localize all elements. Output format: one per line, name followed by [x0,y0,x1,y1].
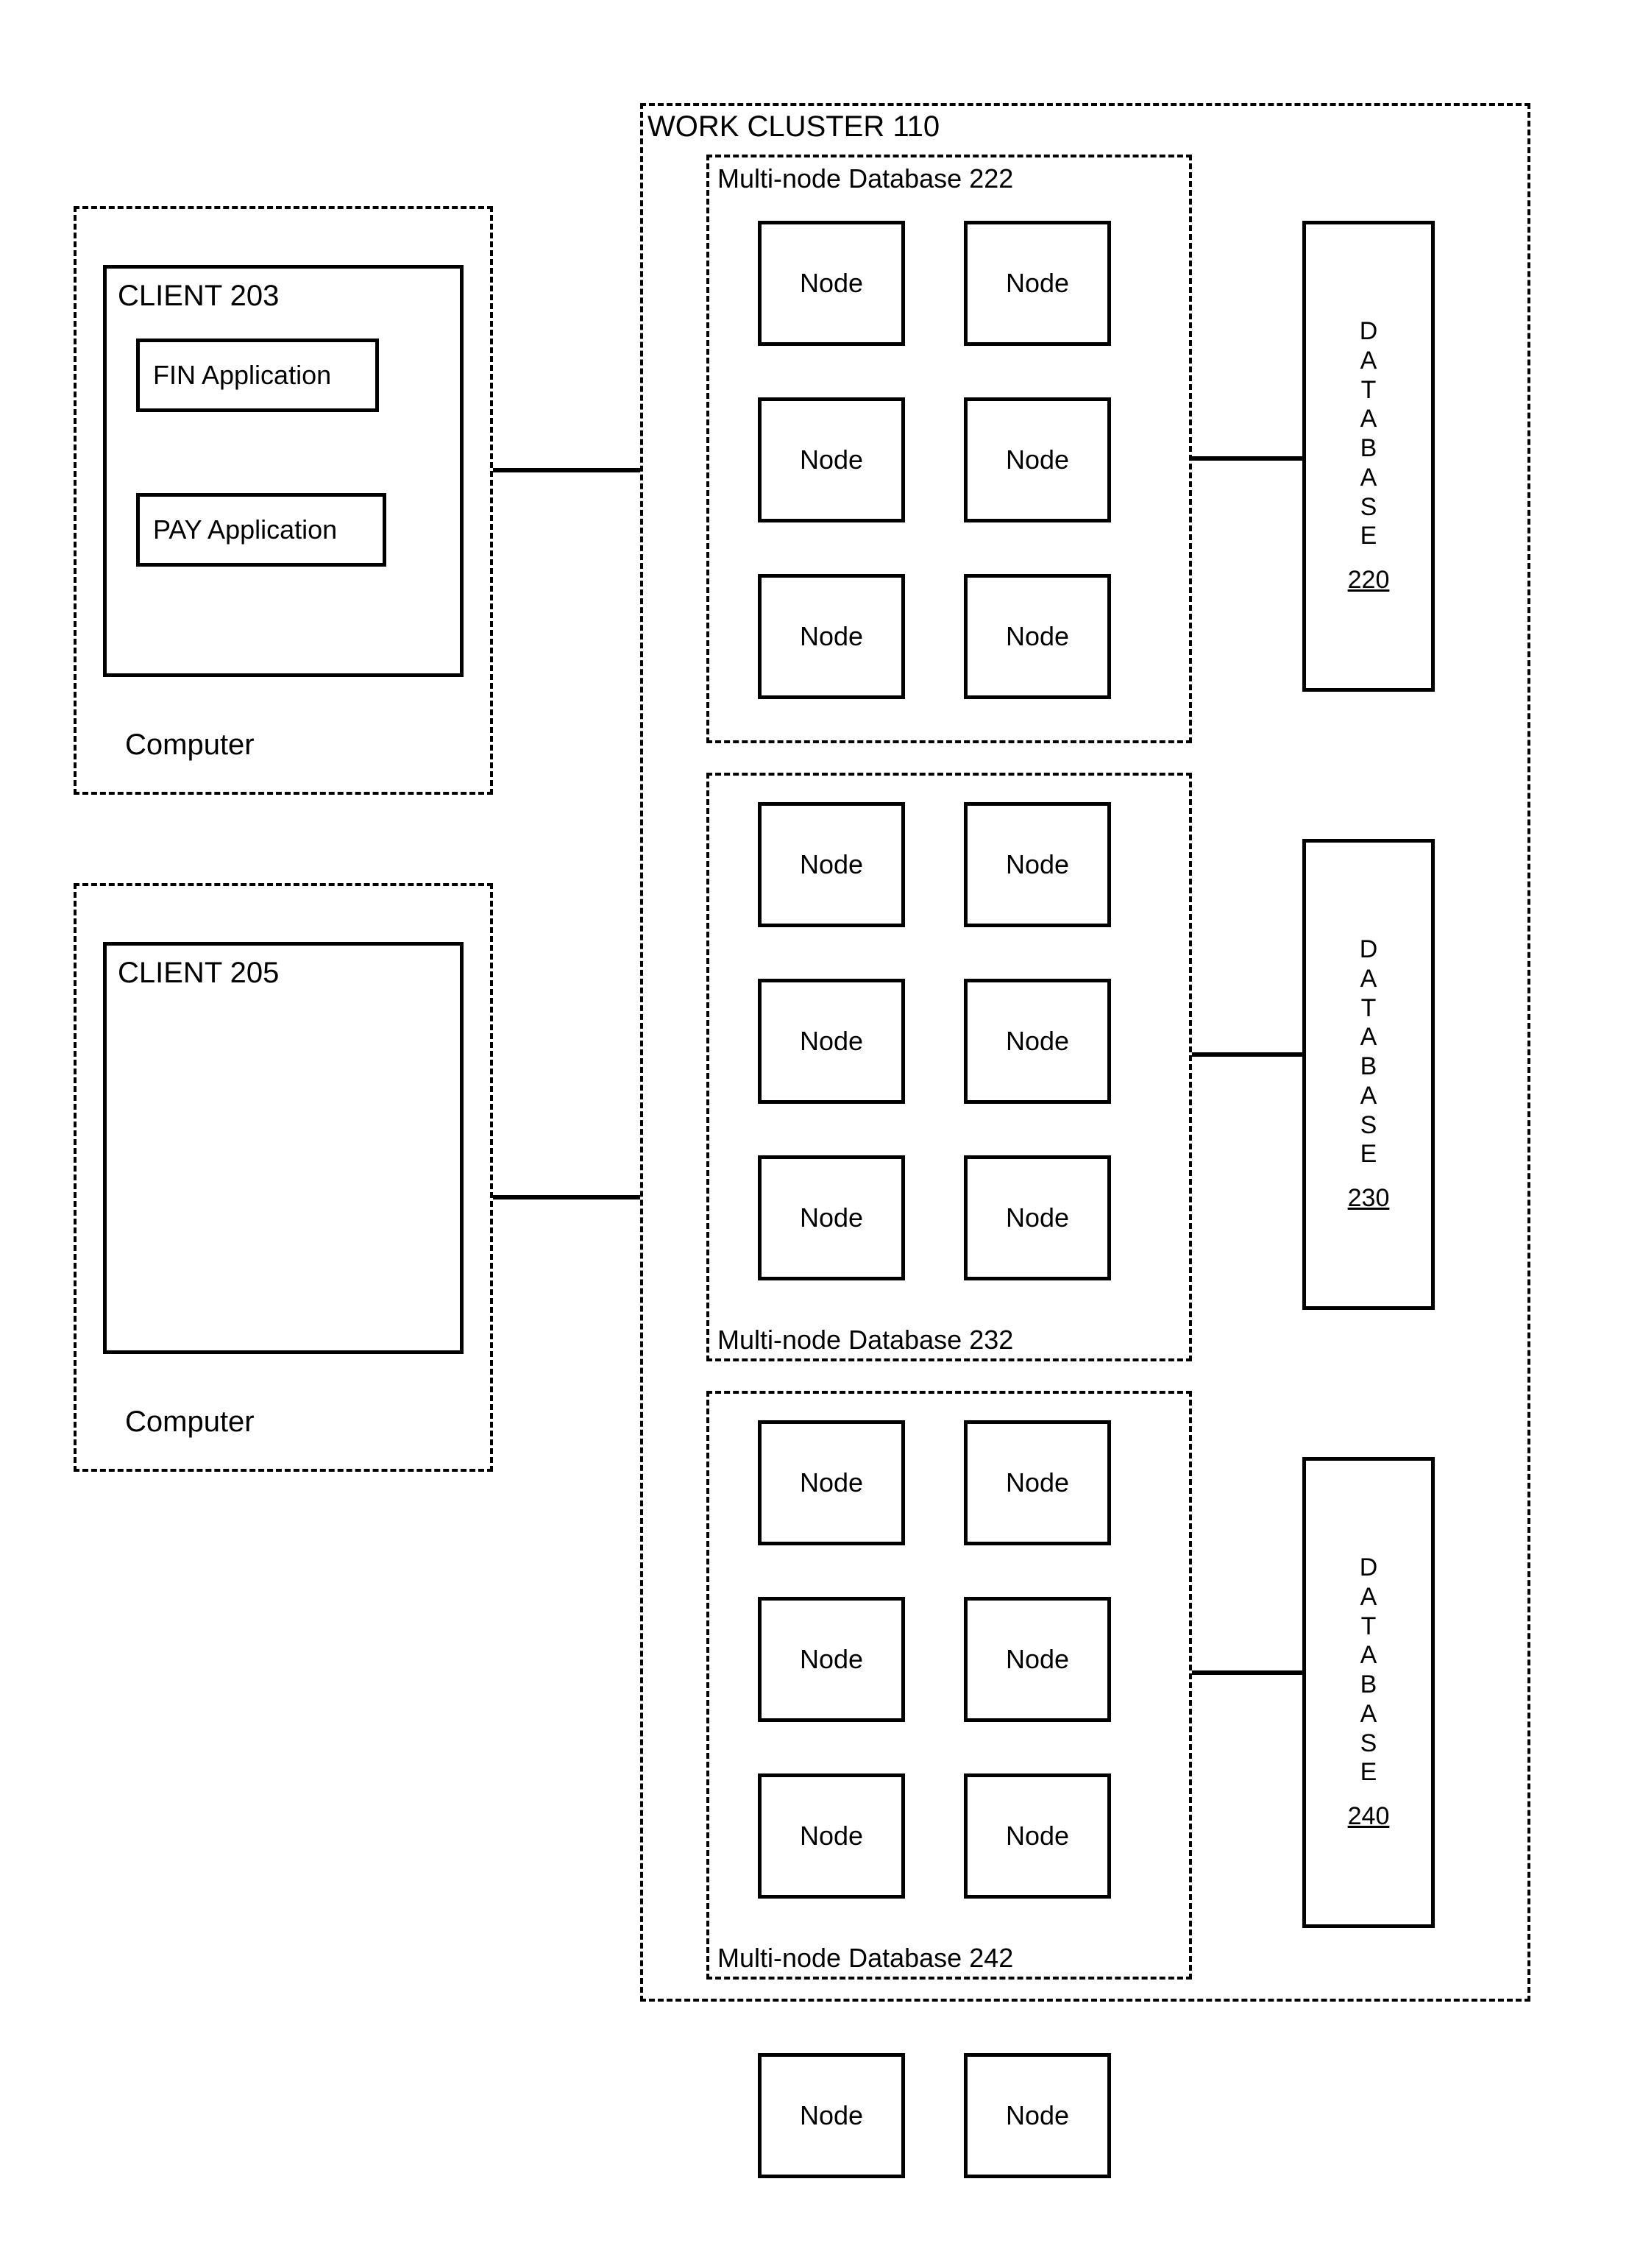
db-letter: S [1360,1113,1377,1139]
node-label: Node [800,1202,863,1233]
db-letter: D [1360,937,1378,963]
node-label: Node [800,2100,863,2131]
node-box: Node [964,802,1111,927]
db-number: 220 [1348,567,1390,594]
db-letter: A [1360,465,1377,492]
database-230-box: D A T A B A S E 230 [1302,839,1435,1310]
db-letter: B [1360,1672,1377,1698]
client-205-footer: Computer [125,1406,255,1439]
connector-line [1192,1052,1302,1057]
node-box: Node [964,1155,1111,1280]
db-letter: A [1360,1584,1377,1611]
node-box: Node [758,1773,905,1899]
multinode-db-232-title: Multi-node Database 232 [717,1325,1013,1356]
db-letter: E [1360,1760,1377,1786]
node-label: Node [800,1644,863,1675]
db-letter: E [1360,1141,1377,1168]
node-box: Node [758,397,905,522]
node-label: Node [800,849,863,880]
db-letter: A [1360,1083,1377,1110]
node-box: Node [964,979,1111,1104]
node-box: Node [758,979,905,1104]
node-box: Node [964,1773,1111,1899]
db-letter: A [1360,1642,1377,1669]
db-letter: S [1360,1731,1377,1757]
client-203-footer: Computer [125,729,255,762]
db-letter: A [1360,966,1377,993]
node-box: Node [758,1420,905,1545]
db-letter: T [1361,378,1377,404]
node-label: Node [800,1821,863,1851]
node-label: Node [1006,849,1069,880]
pay-app-label: PAY Application [153,514,337,545]
db-letter: A [1360,1701,1377,1728]
database-240-box: D A T A B A S E 240 [1302,1457,1435,1928]
database-220-box: D A T A B A S E 220 [1302,221,1435,692]
node-box: Node [964,1597,1111,1722]
node-label: Node [800,444,863,475]
node-box: Node [964,397,1111,522]
client-203-title: CLIENT 203 [118,280,279,313]
node-box: Node [964,221,1111,346]
db-letter: B [1360,436,1377,462]
node-label: Node [800,621,863,652]
fin-app-label: FIN Application [153,360,331,391]
multinode-db-242-title: Multi-node Database 242 [717,1943,1013,1974]
connector-line [1192,1670,1302,1675]
connector-line [493,468,640,472]
node-box: Node [758,802,905,927]
node-box: Node [758,221,905,346]
db-letter: D [1360,1555,1378,1581]
db-number: 230 [1348,1186,1390,1212]
db-letter: A [1360,1024,1377,1051]
node-label: Node [1006,1821,1069,1851]
db-letter: D [1360,319,1378,345]
connector-line [1192,456,1302,461]
node-label: Node [1006,1202,1069,1233]
work-cluster-title: WORK CLUSTER 110 [647,110,940,143]
pool-node-box: Node [758,2053,905,2178]
node-box: Node [758,574,905,699]
db-letter: S [1360,495,1377,521]
node-label: Node [1006,1644,1069,1675]
fin-app-box: FIN Application [136,339,379,412]
db-letter: E [1360,523,1377,550]
node-box: Node [964,574,1111,699]
node-label: Node [1006,2100,1069,2131]
db-letter: A [1360,348,1377,375]
db-letter: T [1361,996,1377,1022]
client-203-inner [103,265,464,677]
db-letter: T [1361,1614,1377,1640]
pool-node-box: Node [964,2053,1111,2178]
node-label: Node [1006,444,1069,475]
node-label: Node [1006,621,1069,652]
diagram-canvas: WORK CLUSTER 110 Multi-node Database 222… [0,0,1629,2268]
multinode-db-222-title: Multi-node Database 222 [717,163,1013,194]
client-205-inner [103,942,464,1354]
node-box: Node [964,1420,1111,1545]
node-box: Node [758,1597,905,1722]
connector-line [493,1195,640,1199]
node-label: Node [1006,1026,1069,1057]
client-205-title: CLIENT 205 [118,957,279,990]
db-letter: A [1360,406,1377,433]
node-label: Node [800,268,863,299]
db-number: 240 [1348,1804,1390,1830]
node-label: Node [1006,1467,1069,1498]
node-box: Node [758,1155,905,1280]
node-label: Node [1006,268,1069,299]
node-label: Node [800,1026,863,1057]
node-label: Node [800,1467,863,1498]
pay-app-box: PAY Application [136,493,386,567]
db-letter: B [1360,1054,1377,1080]
